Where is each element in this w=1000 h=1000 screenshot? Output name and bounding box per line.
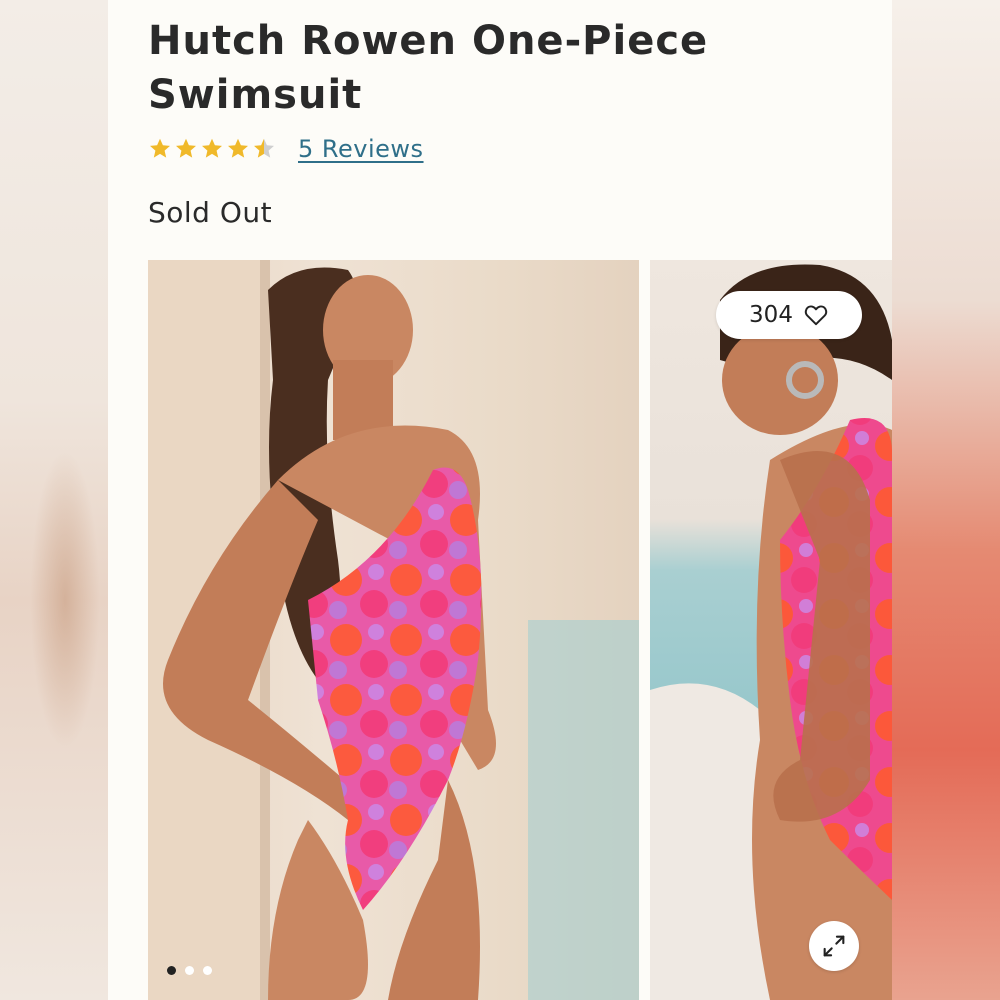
blurred-backdrop-left	[0, 0, 108, 1000]
product-page: Hutch Rowen One-Piece Swimsuit 5 Reviews…	[108, 0, 892, 1000]
star-full-icon	[176, 138, 196, 158]
product-title-line-1: Hutch Rowen One-Piece	[148, 18, 709, 64]
product-photo-main[interactable]	[148, 260, 639, 1000]
stock-status: Sold Out	[148, 196, 273, 229]
star-rating	[148, 137, 276, 161]
expand-image-button[interactable]	[809, 921, 859, 971]
likes-count: 304	[749, 302, 793, 328]
pagination-dot-3[interactable]	[203, 966, 212, 975]
pagination-dot-1[interactable]	[167, 966, 176, 975]
likes-button[interactable]: 304	[716, 291, 862, 339]
star-full-icon	[150, 138, 170, 158]
product-photo-secondary[interactable]	[650, 260, 892, 1000]
model-illustration-side	[650, 264, 892, 1000]
product-title-line-2: Swimsuit	[148, 72, 363, 118]
star-half-icon	[254, 138, 274, 158]
product-image-gallery[interactable]	[148, 260, 892, 1000]
pagination-dot-2[interactable]	[185, 966, 194, 975]
star-full-icon	[228, 138, 248, 158]
product-title: Hutch Rowen One-Piece Swimsuit	[148, 14, 768, 122]
rating-row: 5 Reviews	[148, 131, 424, 167]
model-illustration-front	[148, 260, 639, 1000]
expand-arrows-icon	[823, 935, 845, 957]
gallery-pagination	[167, 966, 212, 975]
heart-icon	[804, 305, 828, 326]
blurred-backdrop-right	[892, 0, 1000, 1000]
star-full-icon	[202, 138, 222, 158]
reviews-link[interactable]: 5 Reviews	[298, 135, 424, 163]
